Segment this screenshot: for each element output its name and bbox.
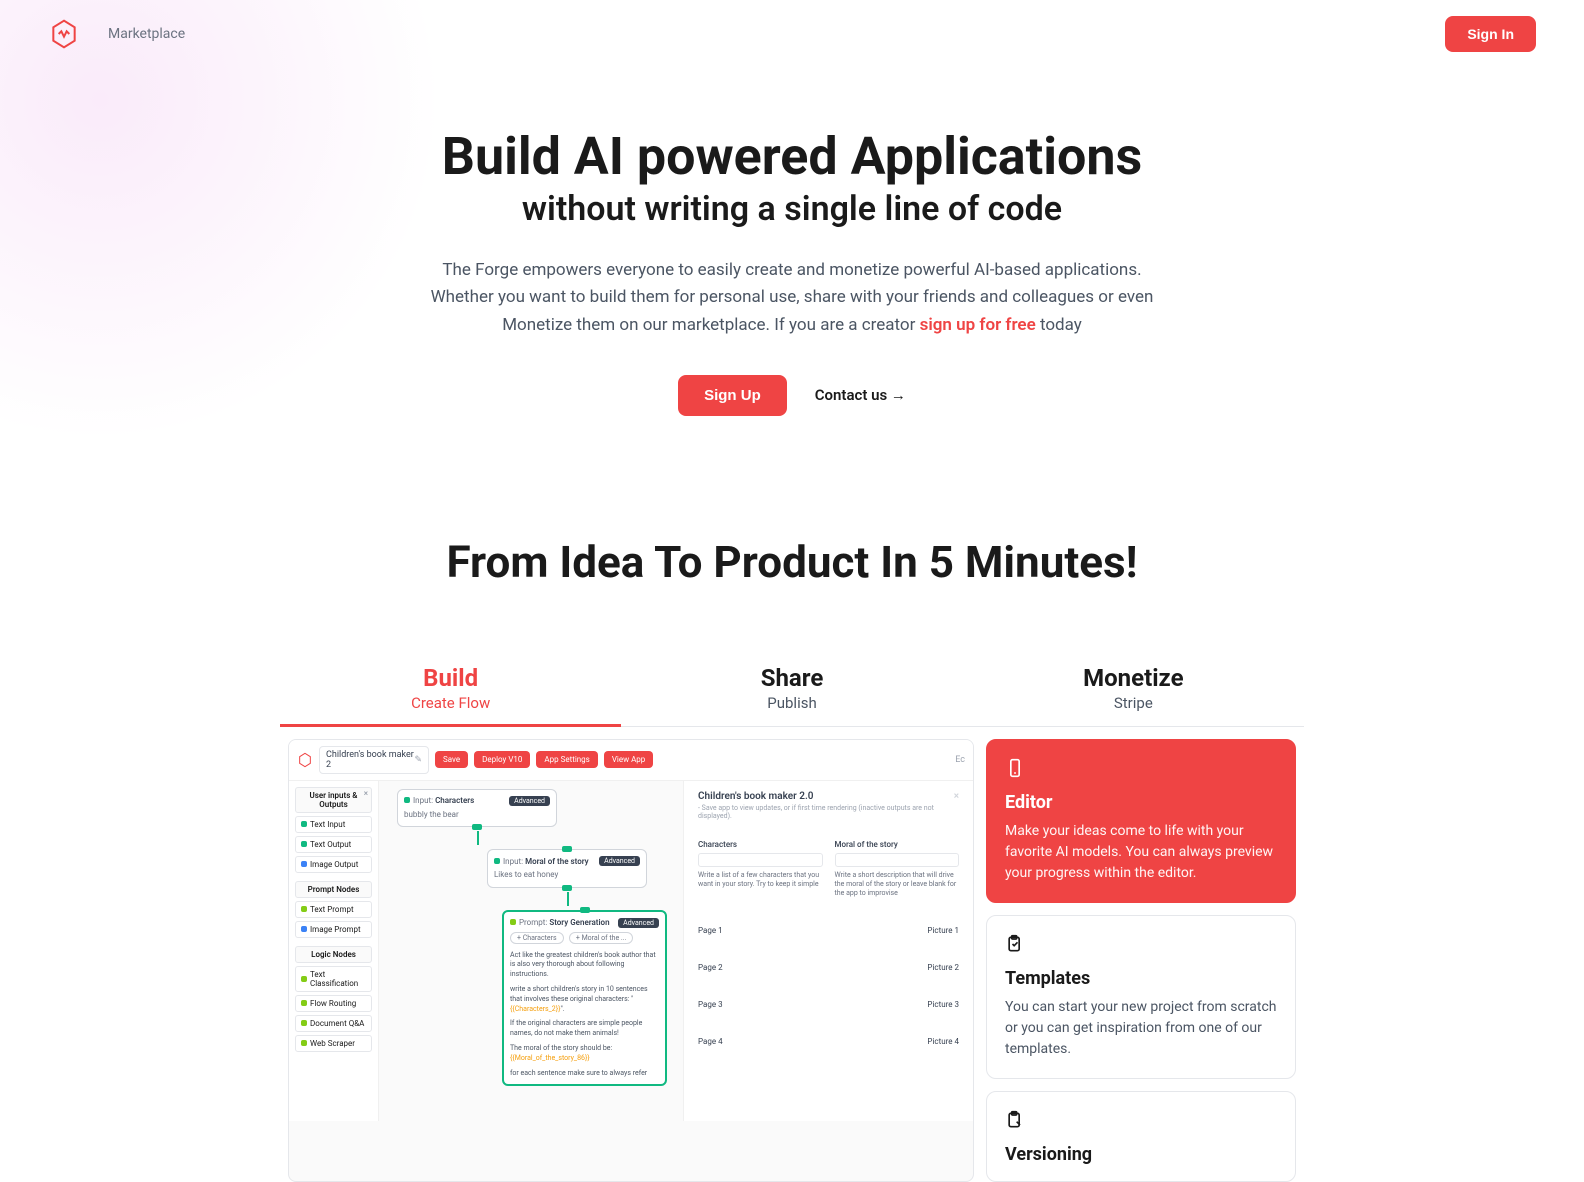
- contact-link[interactable]: Contact us →: [815, 386, 906, 404]
- signin-button[interactable]: Sign In: [1445, 16, 1536, 52]
- mock-settings-button: App Settings: [536, 751, 597, 768]
- edit-icon: ✎: [414, 755, 422, 765]
- mock-side-header: Prompt Nodes: [295, 881, 372, 898]
- hero-description: The Forge empowers everyone to easily cr…: [412, 257, 1172, 339]
- mock-preview-row: Characters Write a list of a few charact…: [698, 840, 959, 898]
- mock-side-item: Text Output: [295, 836, 372, 853]
- header-left: Marketplace: [48, 18, 185, 50]
- mock-preview-subtitle: - Save app to view updates, or if first …: [698, 804, 959, 820]
- phone-icon: [1005, 758, 1025, 778]
- tab-title: Build: [280, 664, 621, 692]
- feature-title: Templates: [1005, 968, 1277, 989]
- site-header: Marketplace Sign In: [0, 0, 1584, 68]
- mock-pill: + Characters: [510, 932, 564, 944]
- mock-app-title: Children's book maker 2: [326, 750, 414, 770]
- mock-page-row: Page 1Picture 1: [698, 926, 959, 935]
- feature-title: Versioning: [1005, 1144, 1277, 1165]
- content-area: Children's book maker 2 ✎ Save Deploy V1…: [280, 739, 1304, 1182]
- mock-canvas: Input: Characters Advanced bubbly the be…: [379, 781, 683, 1121]
- tab-title: Share: [621, 664, 962, 692]
- logo-icon[interactable]: [48, 18, 80, 50]
- hero-desc-after: today: [1036, 315, 1082, 335]
- feature-title: Editor: [1005, 792, 1277, 813]
- mock-preview-label: Moral of the story: [835, 840, 960, 849]
- mock-page-row: Page 3Picture 3: [698, 1000, 959, 1009]
- mock-preview-help: Write a list of a few characters that yo…: [698, 871, 823, 889]
- mock-deploy-button: Deploy V10: [474, 751, 530, 768]
- mock-side-group: Prompt Nodes Text Prompt Image Prompt: [295, 881, 372, 938]
- feature-desc: You can start your new project from scra…: [1005, 997, 1277, 1060]
- mock-sidebar: User inputs & Outputs × Text Input Text …: [289, 781, 379, 1121]
- hero-ctas: Sign Up Contact us →: [48, 375, 1536, 416]
- mock-node-input: Input: Characters Advanced bubbly the be…: [397, 789, 557, 827]
- mock-side-header: User inputs & Outputs ×: [295, 787, 372, 813]
- mock-save-button: Save: [435, 751, 468, 768]
- mock-side-group: User inputs & Outputs × Text Input Text …: [295, 787, 372, 873]
- mock-toolbar-right: Ec: [955, 755, 965, 765]
- mock-side-group: Logic Nodes Text Classification Flow Rou…: [295, 946, 372, 1052]
- mock-app-title-input: Children's book maker 2 ✎: [319, 746, 429, 774]
- mock-side-item: Text Prompt: [295, 901, 372, 918]
- mock-node-prompt: Prompt: Story Generation Advanced + Char…: [502, 910, 667, 1087]
- mock-preview-title: Children's book maker 2.0 ×: [698, 791, 959, 802]
- mock-body: User inputs & Outputs × Text Input Text …: [289, 781, 973, 1121]
- tab-subtitle: Stripe: [963, 694, 1304, 712]
- mock-side-item: Web Scraper: [295, 1035, 372, 1052]
- versioning-icon: [1005, 1110, 1025, 1130]
- mock-node-input: Input: Moral of the story Advanced Likes…: [487, 849, 647, 887]
- feature-card-templates[interactable]: Templates You can start your new project…: [986, 915, 1296, 1079]
- section-title: From Idea To Product In 5 Minutes!: [0, 536, 1584, 588]
- mock-page-row: Page 4Picture 4: [698, 1037, 959, 1046]
- mock-page-row: Page 2Picture 2: [698, 963, 959, 972]
- feature-desc: Make your ideas come to life with your f…: [1005, 821, 1277, 884]
- mock-toolbar: Children's book maker 2 ✎ Save Deploy V1…: [289, 740, 973, 781]
- mock-side-item: Document Q&A: [295, 1015, 372, 1032]
- mock-pill: + Moral of the ...: [569, 932, 634, 944]
- tab-monetize[interactable]: Monetize Stripe: [963, 652, 1304, 726]
- hero-title: Build AI powered Applications: [48, 128, 1536, 185]
- mock-side-item: Text Classification: [295, 966, 372, 992]
- hero-section: Build AI powered Applications without wr…: [0, 68, 1584, 456]
- mock-preview-help: Write a short description that will driv…: [835, 871, 960, 898]
- feature-cards: Editor Make your ideas come to life with…: [986, 739, 1296, 1182]
- clipboard-icon: [1005, 934, 1025, 954]
- tab-title: Monetize: [963, 664, 1304, 692]
- tab-share[interactable]: Share Publish: [621, 652, 962, 726]
- signup-inline-link[interactable]: sign up for free: [920, 315, 1036, 335]
- mock-preview-input: [835, 853, 960, 867]
- mock-side-item: Image Prompt: [295, 921, 372, 938]
- nav-marketplace[interactable]: Marketplace: [108, 26, 185, 42]
- tab-subtitle: Create Flow: [280, 694, 621, 712]
- mock-prompt-text: Act like the greatest children's book au…: [510, 951, 659, 1079]
- hero-subtitle: without writing a single line of code: [48, 189, 1536, 229]
- mock-preview-label: Characters: [698, 840, 823, 849]
- tabs: Build Create Flow Share Publish Monetize…: [280, 652, 1304, 727]
- mock-preview-panel: Children's book maker 2.0 × - Save app t…: [683, 781, 973, 1121]
- mock-side-item: Image Output: [295, 856, 372, 873]
- tab-build[interactable]: Build Create Flow: [280, 652, 621, 727]
- mock-side-item: Text Input: [295, 816, 372, 833]
- feature-card-versioning[interactable]: Versioning: [986, 1091, 1296, 1182]
- mock-side-header: Logic Nodes: [295, 946, 372, 963]
- tab-subtitle: Publish: [621, 694, 962, 712]
- feature-card-editor[interactable]: Editor Make your ideas come to life with…: [986, 739, 1296, 903]
- app-screenshot: Children's book maker 2 ✎ Save Deploy V1…: [288, 739, 974, 1182]
- signup-button[interactable]: Sign Up: [678, 375, 787, 416]
- mock-preview-input: [698, 853, 823, 867]
- close-icon: ×: [364, 789, 368, 798]
- close-icon: ×: [954, 791, 959, 802]
- mock-logo-icon: [297, 752, 313, 768]
- mock-view-button: View App: [604, 751, 653, 768]
- mock-side-item: Flow Routing: [295, 995, 372, 1012]
